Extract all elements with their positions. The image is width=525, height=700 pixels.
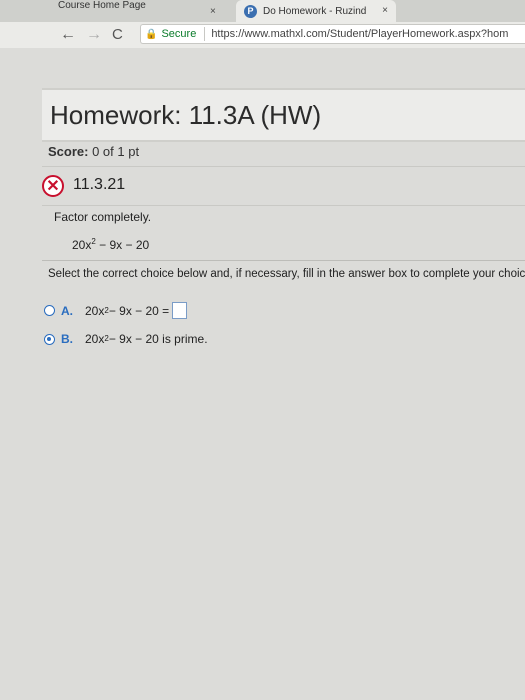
forward-arrow-icon[interactable]: →: [86, 26, 102, 44]
page-title: Homework: 11.3A (HW): [50, 100, 322, 130]
close-icon[interactable]: ×: [210, 6, 216, 17]
tab-do-homework[interactable]: P Do Homework - Ruzind ×: [236, 0, 396, 22]
address-bar[interactable]: 🔒 Secure https://www.mathxl.com/Student/…: [140, 24, 525, 44]
url-text[interactable]: https://www.mathxl.com/Student/PlayerHom…: [211, 28, 508, 40]
tab-course-home[interactable]: Course Home Page ×: [0, 0, 232, 22]
x-mark-icon: ✕: [42, 175, 64, 197]
question-row: ✕ 11.3.21: [42, 166, 525, 206]
tab-title: Do Homework - Ruzind: [263, 5, 367, 17]
page-content: Homework: 11.3A (HW) Score: 0 of 1 pt ✕ …: [0, 48, 525, 700]
divider: [204, 27, 206, 41]
choice-label: A.: [61, 303, 73, 318]
choice-label: B.: [61, 332, 73, 346]
secure-label: Secure: [161, 28, 197, 40]
browser-toolbar: ← → C 🔒 Secure https://www.mathxl.com/St…: [0, 22, 525, 49]
score: Score: 0 of 1 pt: [48, 144, 139, 159]
radio-button-selected[interactable]: [44, 333, 55, 345]
close-icon[interactable]: ×: [382, 5, 388, 16]
back-arrow-icon[interactable]: ←: [60, 26, 76, 44]
divider: [42, 260, 525, 261]
score-label: Score:: [48, 144, 89, 159]
tab-bar: Course Home Page × P Do Homework - Ruzin…: [0, 0, 525, 22]
choice-a[interactable]: A. 20x 2 − 9x − 20 =: [44, 302, 188, 319]
choice-prompt: Select the correct choice below and, if …: [48, 268, 525, 280]
homework-header: Homework: 11.3A (HW): [42, 88, 525, 142]
score-value: 0 of 1 pt: [92, 144, 140, 159]
favicon-icon: P: [244, 4, 257, 18]
lock-icon: 🔒: [145, 28, 158, 40]
answer-input-box[interactable]: [172, 302, 188, 319]
radio-button[interactable]: [44, 305, 55, 316]
choice-b[interactable]: B. 20x 2 − 9x − 20 is prime.: [44, 332, 208, 346]
instruction-text: Factor completely.: [54, 210, 152, 224]
tab-title: Course Home Page: [58, 0, 146, 11]
reload-icon[interactable]: C: [112, 26, 123, 43]
question-number: 11.3.21: [73, 176, 126, 193]
expression: 20x2 − 9x − 20: [72, 237, 150, 253]
